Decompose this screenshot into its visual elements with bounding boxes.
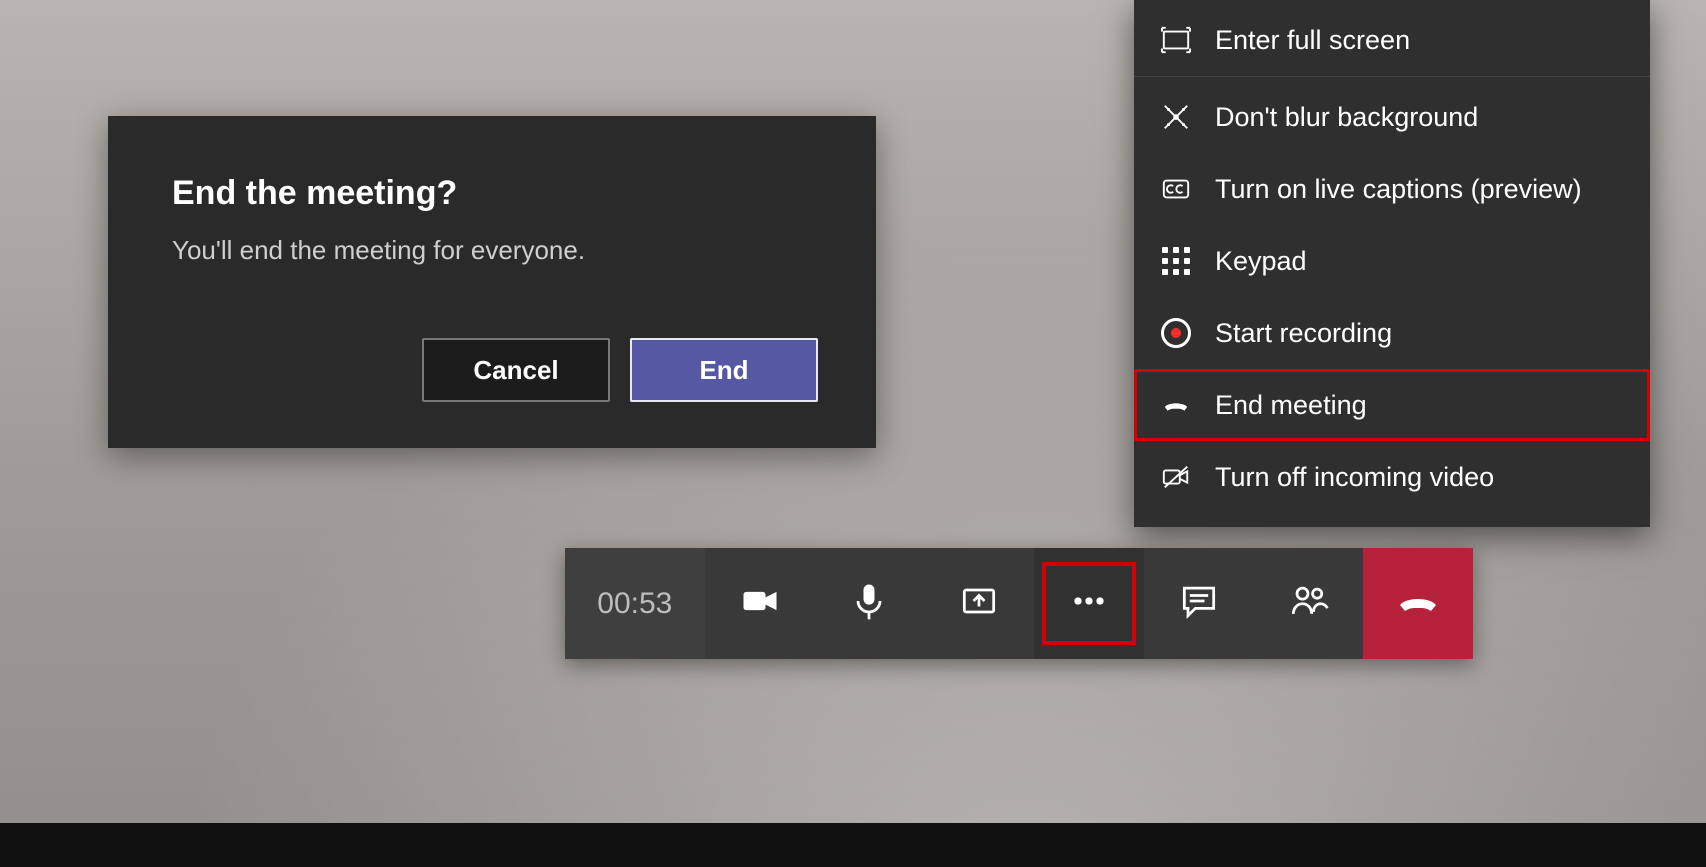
end-button[interactable]: End — [630, 338, 818, 402]
mic-button[interactable] — [814, 548, 924, 659]
camera-button[interactable] — [705, 548, 815, 659]
mic-icon — [847, 579, 891, 628]
menu-item-label: Start recording — [1215, 318, 1392, 349]
menu-item-label: Keypad — [1215, 246, 1307, 277]
menu-item-keypad[interactable]: Keypad — [1134, 225, 1650, 297]
end-button-label: End — [699, 355, 748, 386]
menu-item-label: Turn on live captions (preview) — [1215, 174, 1582, 205]
dialog-actions: Cancel End — [422, 338, 818, 402]
record-icon — [1159, 316, 1193, 350]
share-screen-icon — [957, 579, 1001, 628]
menu-item-blur[interactable]: Don't blur background — [1134, 81, 1650, 153]
menu-separator — [1134, 76, 1650, 77]
menu-item-fullscreen[interactable]: Enter full screen — [1134, 4, 1650, 76]
people-icon — [1286, 579, 1330, 628]
menu-item-label: End meeting — [1215, 390, 1367, 421]
hangup-button-icon — [1394, 577, 1442, 630]
cancel-button-label: Cancel — [473, 355, 558, 386]
dialog-title: End the meeting? — [172, 174, 812, 213]
meeting-toolbar: 00:53 — [565, 548, 1473, 659]
more-icon — [1067, 579, 1111, 628]
menu-item-incoming-video-off[interactable]: Turn off incoming video — [1134, 441, 1650, 513]
people-button[interactable] — [1254, 548, 1364, 659]
menu-item-captions[interactable]: Turn on live captions (preview) — [1134, 153, 1650, 225]
blur-icon — [1159, 100, 1193, 134]
call-timer: 00:53 — [565, 548, 705, 659]
hangup-icon — [1159, 388, 1193, 422]
keypad-icon — [1159, 244, 1193, 278]
menu-item-record[interactable]: Start recording — [1134, 297, 1650, 369]
fullscreen-icon — [1159, 23, 1193, 57]
menu-item-label: Turn off incoming video — [1215, 462, 1494, 493]
more-button[interactable] — [1034, 548, 1144, 659]
menu-item-label: Enter full screen — [1215, 25, 1410, 56]
share-button[interactable] — [924, 548, 1034, 659]
end-meeting-dialog: End the meeting? You'll end the meeting … — [108, 116, 876, 448]
captions-icon — [1159, 172, 1193, 206]
more-actions-menu: Enter full screen Don't blur background … — [1134, 0, 1650, 527]
menu-item-label: Don't blur background — [1215, 102, 1478, 133]
menu-item-end-meeting[interactable]: End meeting — [1134, 369, 1650, 441]
dialog-message: You'll end the meeting for everyone. — [172, 235, 812, 266]
hangup-button[interactable] — [1363, 548, 1473, 659]
video-off-icon — [1159, 460, 1193, 494]
chat-button[interactable] — [1144, 548, 1254, 659]
cancel-button[interactable]: Cancel — [422, 338, 610, 402]
camera-icon — [738, 579, 782, 628]
chat-icon — [1177, 579, 1221, 628]
letterbox-bottom — [0, 823, 1706, 867]
